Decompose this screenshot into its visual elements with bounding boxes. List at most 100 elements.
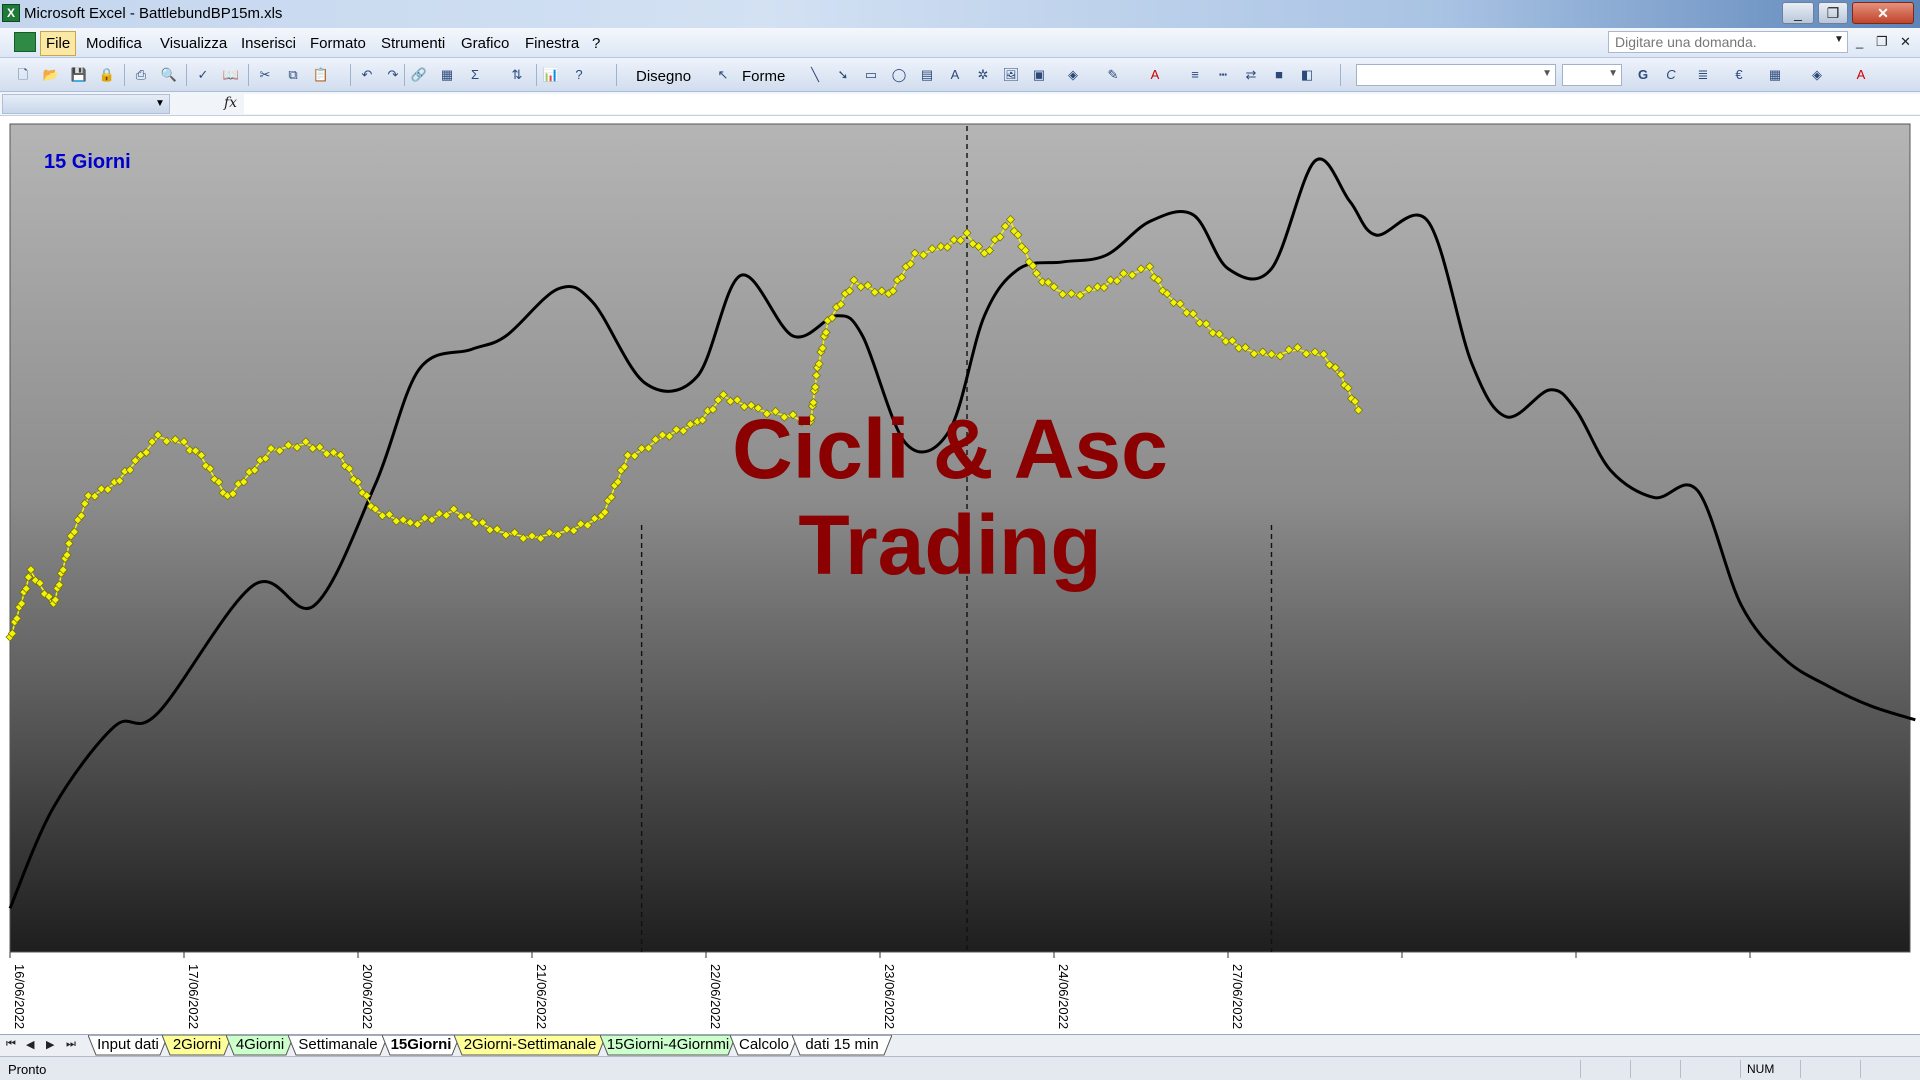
sheet-tab[interactable]: 15Giorni-4Giornmi bbox=[600, 1035, 736, 1056]
help-icon[interactable]: ? bbox=[570, 66, 588, 84]
pointer-icon[interactable]: ↖ bbox=[714, 66, 732, 84]
clipart-icon[interactable]: 🖼 bbox=[1002, 66, 1020, 84]
sheet-tab[interactable]: Settimanale bbox=[288, 1035, 388, 1056]
bold-button[interactable]: G bbox=[1634, 66, 1652, 84]
menu-finestra[interactable]: Finestra bbox=[525, 35, 579, 52]
rectangle-icon[interactable]: ▭ bbox=[862, 66, 880, 84]
line-color-icon[interactable]: ✎ bbox=[1104, 66, 1122, 84]
print-preview-icon[interactable]: 🔍 bbox=[160, 66, 178, 84]
insert-function-icon[interactable]: fx bbox=[224, 95, 237, 111]
minimize-button[interactable]: _ bbox=[1782, 2, 1814, 24]
chart-wizard-icon[interactable]: ▦ bbox=[438, 66, 456, 84]
chart-icon[interactable]: 📊 bbox=[542, 66, 560, 84]
research-icon[interactable]: 📖 bbox=[222, 66, 240, 84]
menu-file[interactable]: File bbox=[40, 31, 77, 56]
spelling-icon[interactable]: ✓ bbox=[194, 66, 212, 84]
formula-bar: ▼ fx bbox=[0, 92, 1920, 116]
arrow-style-icon[interactable]: ⇄ bbox=[1242, 66, 1260, 84]
highlight-icon[interactable]: ◈ bbox=[1808, 66, 1826, 84]
sort-icon[interactable]: ⇅ bbox=[508, 66, 526, 84]
autosum-icon[interactable]: Σ bbox=[466, 66, 484, 84]
undo-icon[interactable]: ↶ bbox=[358, 66, 376, 84]
status-bar: Pronto NUM bbox=[0, 1056, 1920, 1080]
mdi-close-button[interactable]: ✕ bbox=[1900, 34, 1911, 50]
font-color-2-icon[interactable]: A bbox=[1852, 66, 1870, 84]
watermark-line-2: Trading bbox=[798, 498, 1101, 592]
x-tick-label: 16/06/2022 bbox=[12, 964, 27, 1029]
name-box[interactable]: ▼ bbox=[2, 94, 170, 114]
disegno-menu[interactable]: Disegno bbox=[636, 68, 691, 85]
print-icon[interactable]: ⎙ bbox=[132, 66, 150, 84]
font-name-combo[interactable]: ▼ bbox=[1356, 64, 1556, 86]
font-color-icon[interactable]: A bbox=[1146, 66, 1164, 84]
sheet-tab[interactable]: Input dati bbox=[88, 1035, 168, 1056]
status-text: Pronto bbox=[8, 1062, 47, 1077]
hyperlink-icon[interactable]: 🔗 bbox=[410, 66, 428, 84]
dash-style-icon[interactable]: ┅ bbox=[1214, 66, 1232, 84]
next-sheet-icon[interactable]: ▶ bbox=[46, 1038, 54, 1051]
redo-icon[interactable]: ↷ bbox=[384, 66, 402, 84]
sheet-tab[interactable]: Calcolo bbox=[730, 1035, 798, 1056]
close-button[interactable]: ✕ bbox=[1852, 2, 1914, 24]
picture-icon[interactable]: ▣ bbox=[1030, 66, 1048, 84]
ask-question-input[interactable]: Digitare una domanda. bbox=[1608, 31, 1848, 53]
italic-button[interactable]: C bbox=[1662, 66, 1680, 84]
sheet-tab[interactable]: 15Giorni bbox=[382, 1035, 460, 1056]
first-sheet-icon[interactable]: ⏮ bbox=[6, 1038, 16, 1051]
sheet-tab-label: Settimanale bbox=[298, 1036, 378, 1053]
euro-button[interactable]: € bbox=[1730, 66, 1748, 84]
arrow-icon[interactable]: ➘ bbox=[834, 66, 852, 84]
cut-icon[interactable]: ✂ bbox=[256, 66, 274, 84]
menu-modifica[interactable]: Modifica bbox=[86, 35, 142, 52]
sheet-tab-label: Calcolo bbox=[738, 1036, 790, 1053]
textbox-icon[interactable]: ▤ bbox=[918, 66, 936, 84]
sheet-tab[interactable]: 4Giorni bbox=[226, 1035, 294, 1056]
align-icon[interactable]: ≣ bbox=[1694, 66, 1712, 84]
prev-sheet-icon[interactable]: ◀ bbox=[26, 1038, 34, 1051]
line-style-icon[interactable]: ≡ bbox=[1186, 66, 1204, 84]
mdi-restore-button[interactable]: ❐ bbox=[1876, 34, 1888, 50]
fill-color-icon[interactable]: ◈ bbox=[1064, 66, 1082, 84]
sheet-tab-label: 2Giorni bbox=[172, 1036, 222, 1053]
chart[interactable]: 16/06/2022 17/06/2022 20/06/2022 21/06/2022… bbox=[0, 116, 1920, 1034]
paste-icon[interactable]: 📋 bbox=[312, 66, 330, 84]
font-size-combo[interactable]: ▼ bbox=[1562, 64, 1622, 86]
copy-icon[interactable]: ⧉ bbox=[284, 66, 302, 84]
open-icon[interactable]: 📂 bbox=[42, 66, 60, 84]
sheet-tab-label: Input dati bbox=[97, 1036, 159, 1053]
permission-icon[interactable]: 🔒 bbox=[98, 66, 116, 84]
3d-icon[interactable]: ◧ bbox=[1298, 66, 1316, 84]
mdi-minimize-button[interactable]: _ bbox=[1856, 34, 1863, 49]
chevron-down-icon[interactable]: ▼ bbox=[1834, 34, 1844, 45]
save-icon[interactable]: 💾 bbox=[70, 66, 88, 84]
menu-bar: File Modifica Visualizza Inserisci Forma… bbox=[0, 28, 1920, 58]
menu-inserisci[interactable]: Inserisci bbox=[241, 35, 296, 52]
menu-strumenti[interactable]: Strumenti bbox=[381, 35, 445, 52]
toolbar: 🗋 📂 💾 🔒 ⎙ 🔍 ✓ 📖 ✂ ⧉ 📋 ↶ ↷ 🔗 ▦ Σ ⇅ 📊 ? Di… bbox=[0, 58, 1920, 92]
wordart-icon[interactable]: A bbox=[946, 66, 964, 84]
menu-help[interactable]: ? bbox=[592, 35, 600, 52]
sheet-tab[interactable]: 2Giorni-Settimanale bbox=[454, 1035, 606, 1056]
chart-sheet[interactable]: 16/06/2022 17/06/2022 20/06/2022 21/06/2022… bbox=[0, 116, 1920, 1034]
sheet-tab[interactable]: dati 15 min bbox=[792, 1035, 892, 1056]
excel-icon[interactable]: X bbox=[2, 4, 20, 22]
formula-input[interactable] bbox=[244, 94, 1920, 114]
new-icon[interactable]: 🗋 bbox=[14, 66, 32, 84]
last-sheet-icon[interactable]: ⏭ bbox=[66, 1038, 76, 1051]
sheet-tab-label: 4Giorni bbox=[235, 1036, 285, 1053]
menu-visualizza[interactable]: Visualizza bbox=[160, 35, 227, 52]
maximize-button[interactable]: ❐ bbox=[1818, 2, 1848, 24]
x-tick-label: 20/06/2022 bbox=[360, 964, 375, 1029]
borders-icon[interactable]: ▦ bbox=[1766, 66, 1784, 84]
shadow-icon[interactable]: ■ bbox=[1270, 66, 1288, 84]
menu-grafico[interactable]: Grafico bbox=[461, 35, 509, 52]
line-icon[interactable]: ╲ bbox=[806, 66, 824, 84]
sheet-tab[interactable]: 2Giorni bbox=[162, 1035, 232, 1056]
forme-menu[interactable]: Forme bbox=[742, 68, 785, 85]
menu-formato[interactable]: Formato bbox=[310, 35, 366, 52]
workbook-icon[interactable] bbox=[14, 32, 36, 52]
oval-icon[interactable]: ◯ bbox=[890, 66, 908, 84]
diagram-icon[interactable]: ✲ bbox=[974, 66, 992, 84]
chevron-down-icon[interactable]: ▼ bbox=[155, 98, 165, 109]
sheet-tab-label: 15Giorni bbox=[390, 1036, 452, 1053]
